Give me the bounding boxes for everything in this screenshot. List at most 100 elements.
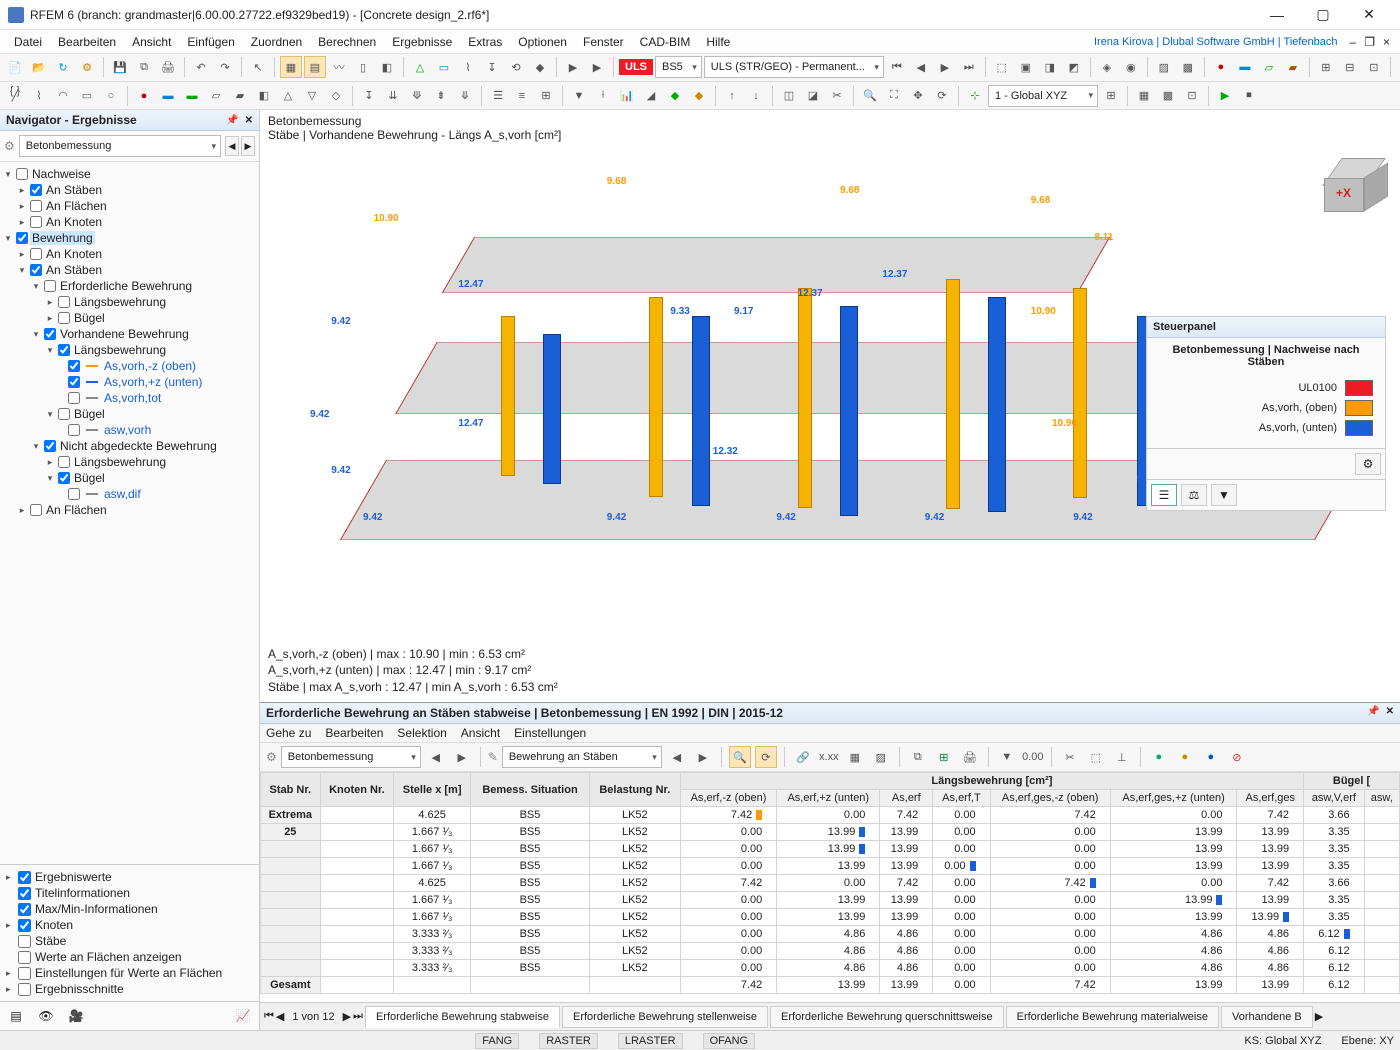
tree-bugel1[interactable]: Bügel [72,311,107,325]
t6-icon[interactable]: ◧ [253,85,275,107]
menu-extras[interactable]: Extras [460,33,510,51]
panel-balance-icon[interactable]: ⚖ [1181,484,1207,506]
page-first-icon[interactable]: ⏮ [264,1010,274,1023]
table-close-icon[interactable]: ✕ [1386,706,1394,720]
calc2-icon[interactable]: ▶ [586,56,608,78]
chart-icon[interactable]: 📊 [616,85,638,107]
solid2-icon[interactable]: ▰ [1282,56,1304,78]
grid1-icon[interactable]: ▦ [280,56,302,78]
chk-erf[interactable] [44,280,56,292]
tree-langs3[interactable]: Längsbewehrung [72,455,168,469]
mdi-restore-icon[interactable]: ❐ [1360,35,1379,49]
chk-anflachen1[interactable] [30,200,42,212]
tmenu-gehezu[interactable]: Gehe zu [266,726,311,740]
t11-icon[interactable]: ⇊ [382,85,404,107]
tt-grid-icon[interactable]: ▦ [844,746,866,768]
tree-aswdif[interactable]: asw,dif [102,487,143,501]
menu-optionen[interactable]: Optionen [510,33,575,51]
chk-anknoten1[interactable] [30,216,42,228]
nav-eye-icon[interactable]: 👁 [34,1006,58,1026]
pan-icon[interactable]: ✥ [907,85,929,107]
panel-list-icon[interactable]: ☰ [1151,484,1177,506]
table-pin-icon[interactable]: 📌 [1367,706,1379,720]
tree-nicht[interactable]: Nicht abgedeckte Bewehrung [58,439,219,453]
hatch-icon[interactable]: ▨ [1153,56,1175,78]
first-icon[interactable]: ⏮ [886,56,908,78]
view3-icon[interactable]: ◨ [1039,56,1061,78]
chk-aswdif[interactable] [68,488,80,500]
maximize-button[interactable]: ▢ [1300,0,1346,30]
nav-results-icon[interactable]: 📈 [231,1006,255,1026]
misc4-icon[interactable]: ▦ [1133,85,1155,107]
solid-icon[interactable]: ▩ [1177,56,1199,78]
view4-icon[interactable]: ◩ [1063,56,1085,78]
chk-maxmin[interactable] [18,903,31,916]
t16-icon[interactable]: ≡ [511,85,533,107]
tf2-prev[interactable]: ◀ [666,746,688,768]
diag-icon[interactable]: ◢ [640,85,662,107]
tt-t1-icon[interactable]: ⊥ [1111,746,1133,768]
tt-c3-icon[interactable]: ● [1200,746,1222,768]
saveall-icon[interactable]: ⧉ [133,56,155,78]
tt-cut-icon[interactable]: ✂ [1059,746,1081,768]
nav-camera-icon[interactable]: 🎥 [64,1006,88,1026]
misc3-icon[interactable]: ⊡ [1363,56,1385,78]
measure-icon[interactable]: ⟊ [592,85,614,107]
chk-stabe[interactable] [18,935,31,948]
load-icon[interactable]: ▭ [433,56,455,78]
table-filter1-combo[interactable]: Betonbemessung [281,746,421,768]
new-icon[interactable]: 📄 [4,56,26,78]
tree-langs2[interactable]: Längsbewehrung [72,343,168,357]
calc-icon[interactable]: ▶ [562,56,584,78]
tt-c4-icon[interactable]: ⊘ [1226,746,1248,768]
status-lraster[interactable]: LRASTER [618,1033,683,1049]
chk-langs2[interactable] [58,344,70,356]
tt-zoom-icon[interactable]: 🔍 [729,746,751,768]
menu-ergebnisse[interactable]: Ergebnisse [384,33,460,51]
filter-icon[interactable]: ▼ [568,85,590,107]
results-grid[interactable]: Stab Nr.Knoten Nr.Stelle x [m]Bemess. Si… [260,772,1400,1002]
tt-c1-icon[interactable]: ● [1148,746,1170,768]
tt-print-icon[interactable]: 🖨 [959,746,981,768]
chk-asw[interactable] [68,424,80,436]
tree-anknoten2[interactable]: An Knoten [44,247,104,261]
tt-hatch-icon[interactable]: ▨ [870,746,892,768]
tab-stellenweise[interactable]: Erforderliche Bewehrung stellenweise [562,1006,768,1028]
t5-icon[interactable]: ▰ [229,85,251,107]
tree-bugel2[interactable]: Bügel [72,407,107,421]
nav-prev-icon[interactable]: ◀ [225,136,239,156]
chk-anknoten2[interactable] [30,248,42,260]
zoomfit-icon[interactable]: ⛶ [883,85,905,107]
chk-anstaben2[interactable] [30,264,42,276]
tt-sel-icon[interactable]: ⬚ [1085,746,1107,768]
undo-icon[interactable]: ↶ [190,56,212,78]
page-prev-icon[interactable]: ◀ [276,1010,284,1023]
tree-asunten[interactable]: As,vorh,+z (unten) [102,375,204,389]
view1-icon[interactable]: ⬚ [991,56,1013,78]
t10-icon[interactable]: ↧ [358,85,380,107]
menu-ansicht[interactable]: Ansicht [124,33,179,51]
tree-bewehrung[interactable]: Bewehrung [30,231,95,245]
tt-sync-icon[interactable]: ⟳ [755,746,777,768]
polyline-icon[interactable]: ⌇ [28,85,50,107]
t17-icon[interactable]: ⊞ [535,85,557,107]
circle-icon[interactable]: ○ [100,85,122,107]
tmenu-selektion[interactable]: Selektion [397,726,446,740]
sect-icon[interactable]: ◫ [778,85,800,107]
print-icon[interactable]: 🖨 [157,56,179,78]
prev-icon[interactable]: ◀ [910,56,932,78]
tt-prec-icon[interactable]: 0.00 [1022,746,1044,768]
tt-values-icon[interactable]: x.xx [818,746,840,768]
next-icon[interactable]: ▶ [934,56,956,78]
rect-icon[interactable]: ▭ [76,85,98,107]
menu-bearbeiten[interactable]: Bearbeiten [50,33,124,51]
t15-icon[interactable]: ☰ [487,85,509,107]
tmenu-bearbeiten[interactable]: Bearbeiten [325,726,383,740]
tree-asoben[interactable]: As,vorh,-z (oben) [102,359,198,373]
moment-icon[interactable]: ⟲ [505,56,527,78]
tf1-prev[interactable]: ◀ [425,746,447,768]
cs2-icon[interactable]: ⊞ [1100,85,1122,107]
status-fang[interactable]: FANG [475,1033,519,1049]
chk-bugel3[interactable] [58,472,70,484]
menu-zuordnen[interactable]: Zuordnen [243,33,310,51]
